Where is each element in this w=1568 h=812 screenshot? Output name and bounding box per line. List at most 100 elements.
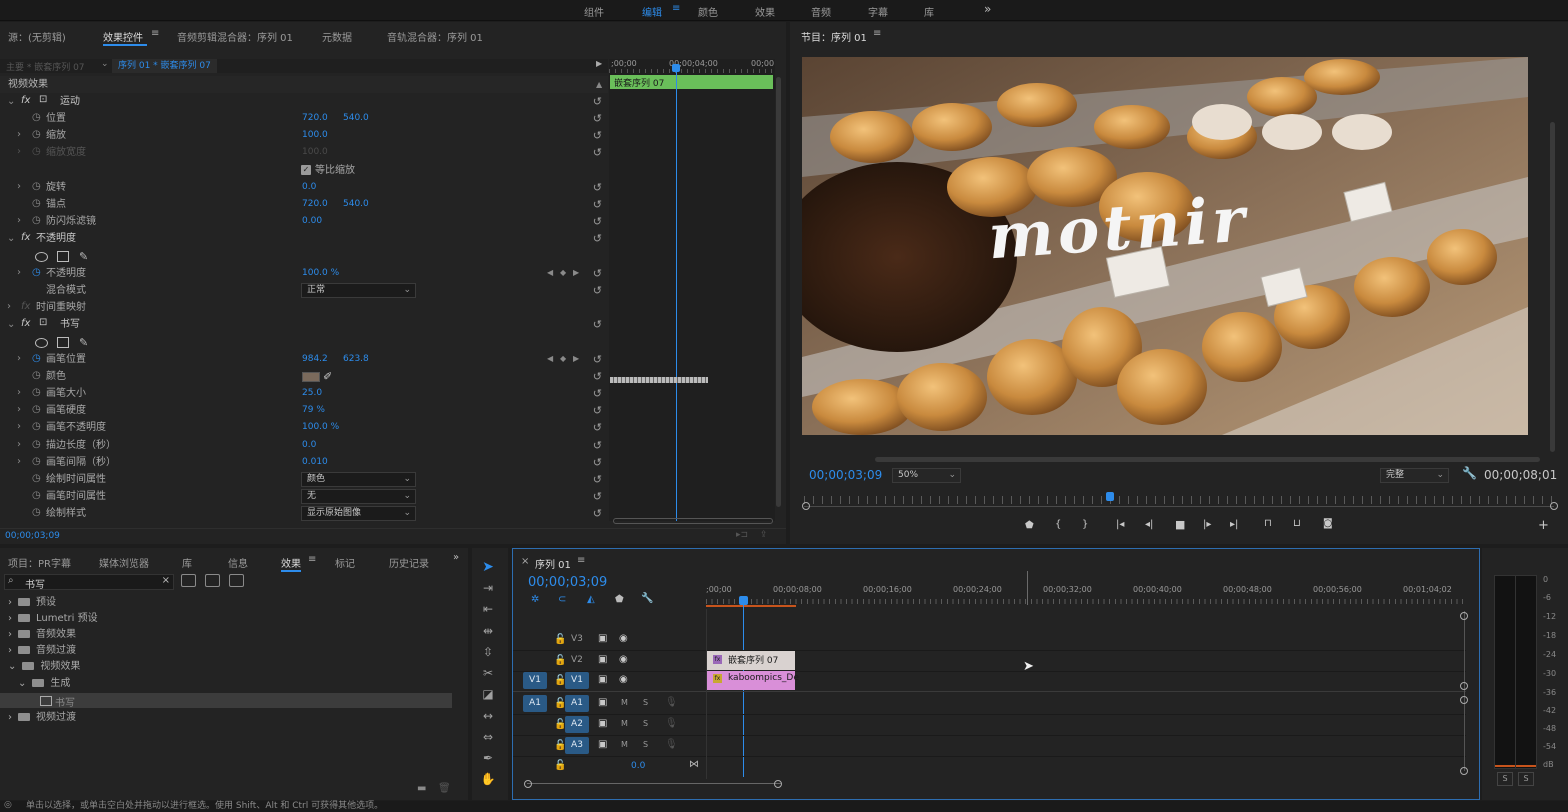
expand-chevron-icon[interactable]: › [8, 712, 12, 723]
monitor-scroll-track[interactable] [804, 506, 1554, 507]
sync-lock-icon[interactable]: ▣ [598, 633, 607, 644]
ellipse-mask-icon[interactable] [35, 252, 48, 262]
expand-chevron-icon[interactable]: › [8, 629, 12, 640]
monitor-vertical-scrollbar[interactable] [1550, 122, 1555, 452]
expand-chevron-icon[interactable]: ⌄ [18, 678, 26, 689]
brush-opacity-value[interactable]: 100.0 % [302, 419, 339, 436]
tab-info[interactable]: 信息 [228, 555, 248, 570]
monitor-playhead[interactable] [1106, 492, 1114, 501]
expand-chevron-icon[interactable]: ⌄ [8, 661, 16, 672]
tree-item-video-transitions[interactable]: › 视频过渡 [8, 710, 76, 726]
lock-icon[interactable]: 🔓 [554, 655, 566, 666]
reset-icon[interactable]: ↺ [593, 437, 602, 454]
tab-source[interactable]: 源：(无剪辑) [8, 29, 66, 44]
more-panels-icon[interactable]: » [453, 552, 459, 563]
monitor-horizontal-scrollbar[interactable] [875, 457, 1540, 462]
track-target-a3[interactable]: A3 [565, 737, 589, 754]
stopwatch-icon[interactable]: ◷ [32, 353, 41, 365]
add-keyframe-icon[interactable]: ◆ [560, 353, 566, 365]
lock-icon[interactable]: 🔓 [554, 760, 566, 771]
selection-tool-icon[interactable]: ➤ [479, 559, 497, 575]
snap-icon[interactable]: ✲ [531, 594, 539, 605]
stopwatch-icon[interactable]: ◷ [32, 112, 41, 124]
button-editor-plus-icon[interactable]: + [1538, 518, 1549, 533]
tab-effects[interactable]: 效果 [281, 555, 301, 570]
expand-chevron-icon[interactable]: › [17, 267, 21, 279]
reset-icon[interactable]: ↺ [593, 316, 602, 333]
expand-chevron-icon[interactable]: › [17, 146, 21, 158]
scroll-handle[interactable] [1460, 767, 1468, 775]
next-keyframe-icon[interactable]: ▶ [573, 353, 579, 365]
delete-icon[interactable]: 🗑 [438, 783, 451, 794]
reset-icon[interactable]: ↺ [593, 385, 602, 402]
panel-menu-icon[interactable]: ≡ [308, 554, 316, 565]
reset-icon[interactable]: ↺ [593, 368, 602, 385]
fx-icon[interactable]: fx [21, 318, 30, 330]
marker-icon[interactable]: ⬟ [615, 594, 624, 605]
stopwatch-icon[interactable]: ◷ [32, 490, 41, 502]
fx-icon[interactable]: fx [21, 232, 30, 244]
pen-mask-icon[interactable]: ✎ [79, 248, 88, 265]
work-area-bar[interactable] [706, 605, 796, 607]
solo-left-button[interactable]: S [1497, 772, 1513, 786]
effect-motion[interactable]: ⌄ fx ⊡ 运动 ↺ [0, 93, 608, 110]
mute-button[interactable]: M [621, 740, 628, 749]
tab-audio-track-mixer[interactable]: 音轨混合器：序列 01 [387, 29, 483, 44]
lift-icon[interactable]: ⊓ [1264, 518, 1272, 529]
ellipse-mask-icon[interactable] [35, 338, 48, 348]
master-clip-label[interactable]: 主要 * 嵌套序列 07 [6, 60, 85, 73]
slide-tool-icon[interactable]: ⇔ [479, 730, 497, 744]
reset-icon[interactable]: ↺ [593, 351, 602, 368]
keyframe-strip[interactable] [610, 377, 708, 383]
anchor-y-value[interactable]: 540.0 [343, 196, 369, 213]
fx-icon[interactable]: fx [21, 95, 30, 107]
zoom-select[interactable]: 50% ⌄ [892, 468, 961, 483]
effect-opacity[interactable]: ⌄ fx 不透明度 ↺ [0, 230, 608, 247]
microphone-icon[interactable]: 🎙 [665, 697, 678, 708]
scroll-handle[interactable] [1460, 682, 1468, 690]
position-y-value[interactable]: 540.0 [343, 110, 369, 127]
workspace-tab-editing[interactable]: 编辑 [642, 4, 662, 19]
monitor-ruler[interactable] [804, 496, 1554, 504]
expand-chevron-icon[interactable]: › [17, 353, 21, 365]
brush-hardness-value[interactable]: 79 % [302, 402, 325, 419]
clear-search-icon[interactable]: × [162, 575, 170, 586]
transform-icon[interactable]: ⊡ [39, 94, 47, 106]
reset-icon[interactable]: ↺ [593, 110, 602, 127]
play-only-audio-icon[interactable]: ▶ [596, 59, 602, 68]
stopwatch-icon[interactable]: ◷ [32, 507, 41, 519]
rectangle-mask-icon[interactable] [57, 337, 69, 348]
timeline-horizontal-scrollbar[interactable] [527, 783, 781, 784]
linked-selection-icon[interactable]: ⊂ [558, 594, 566, 605]
export-icon[interactable]: ⇪ [760, 530, 768, 540]
go-to-in-icon[interactable]: |◂ [1116, 519, 1124, 530]
reset-icon[interactable]: ↺ [593, 505, 602, 522]
rectangle-mask-icon[interactable] [57, 251, 69, 262]
source-patch-v1[interactable]: V1 [523, 672, 547, 689]
mark-out-icon[interactable]: } [1082, 519, 1088, 530]
step-forward-icon[interactable]: |▸ [1203, 519, 1211, 530]
scroll-handle[interactable] [1460, 612, 1468, 620]
quality-select[interactable]: 完整 ⌄ [1380, 468, 1449, 483]
expand-chevron-icon[interactable]: › [17, 129, 21, 141]
reset-icon[interactable]: ↺ [593, 230, 602, 247]
paint-time-select[interactable]: 颜色 ⌄ [301, 472, 416, 487]
yuv-effects-icon[interactable] [229, 574, 244, 587]
ripple-edit-tool-icon[interactable]: ⇤ [479, 602, 497, 616]
timeline-ruler[interactable]: ;00;00 00;00;08;00 00;00;16;00 00;00;24;… [706, 581, 1464, 609]
search-input[interactable]: 书写 [25, 576, 45, 591]
prev-keyframe-icon[interactable]: ◀ [547, 353, 553, 365]
add-keyframe-icon[interactable]: ◆ [560, 267, 566, 279]
workspace-tab-effects[interactable]: 效果 [755, 4, 775, 19]
wrench-icon[interactable]: 🔧 [1462, 466, 1477, 480]
rolling-edit-tool-icon[interactable]: ⇹ [479, 624, 497, 638]
expand-chevron-icon[interactable]: › [17, 421, 21, 433]
reset-icon[interactable]: ↺ [593, 93, 602, 110]
stroke-length-value[interactable]: 0.0 [302, 437, 316, 454]
brush-x-value[interactable]: 984.2 [302, 351, 328, 368]
blend-mode-select[interactable]: 正常 ⌄ [301, 283, 416, 298]
transform-icon[interactable]: ⊡ [39, 317, 47, 329]
reset-icon[interactable]: ↺ [593, 265, 602, 282]
go-to-out-icon[interactable]: ▸| [1230, 519, 1238, 530]
uniform-scale-checkbox[interactable]: ✓ [301, 165, 311, 175]
